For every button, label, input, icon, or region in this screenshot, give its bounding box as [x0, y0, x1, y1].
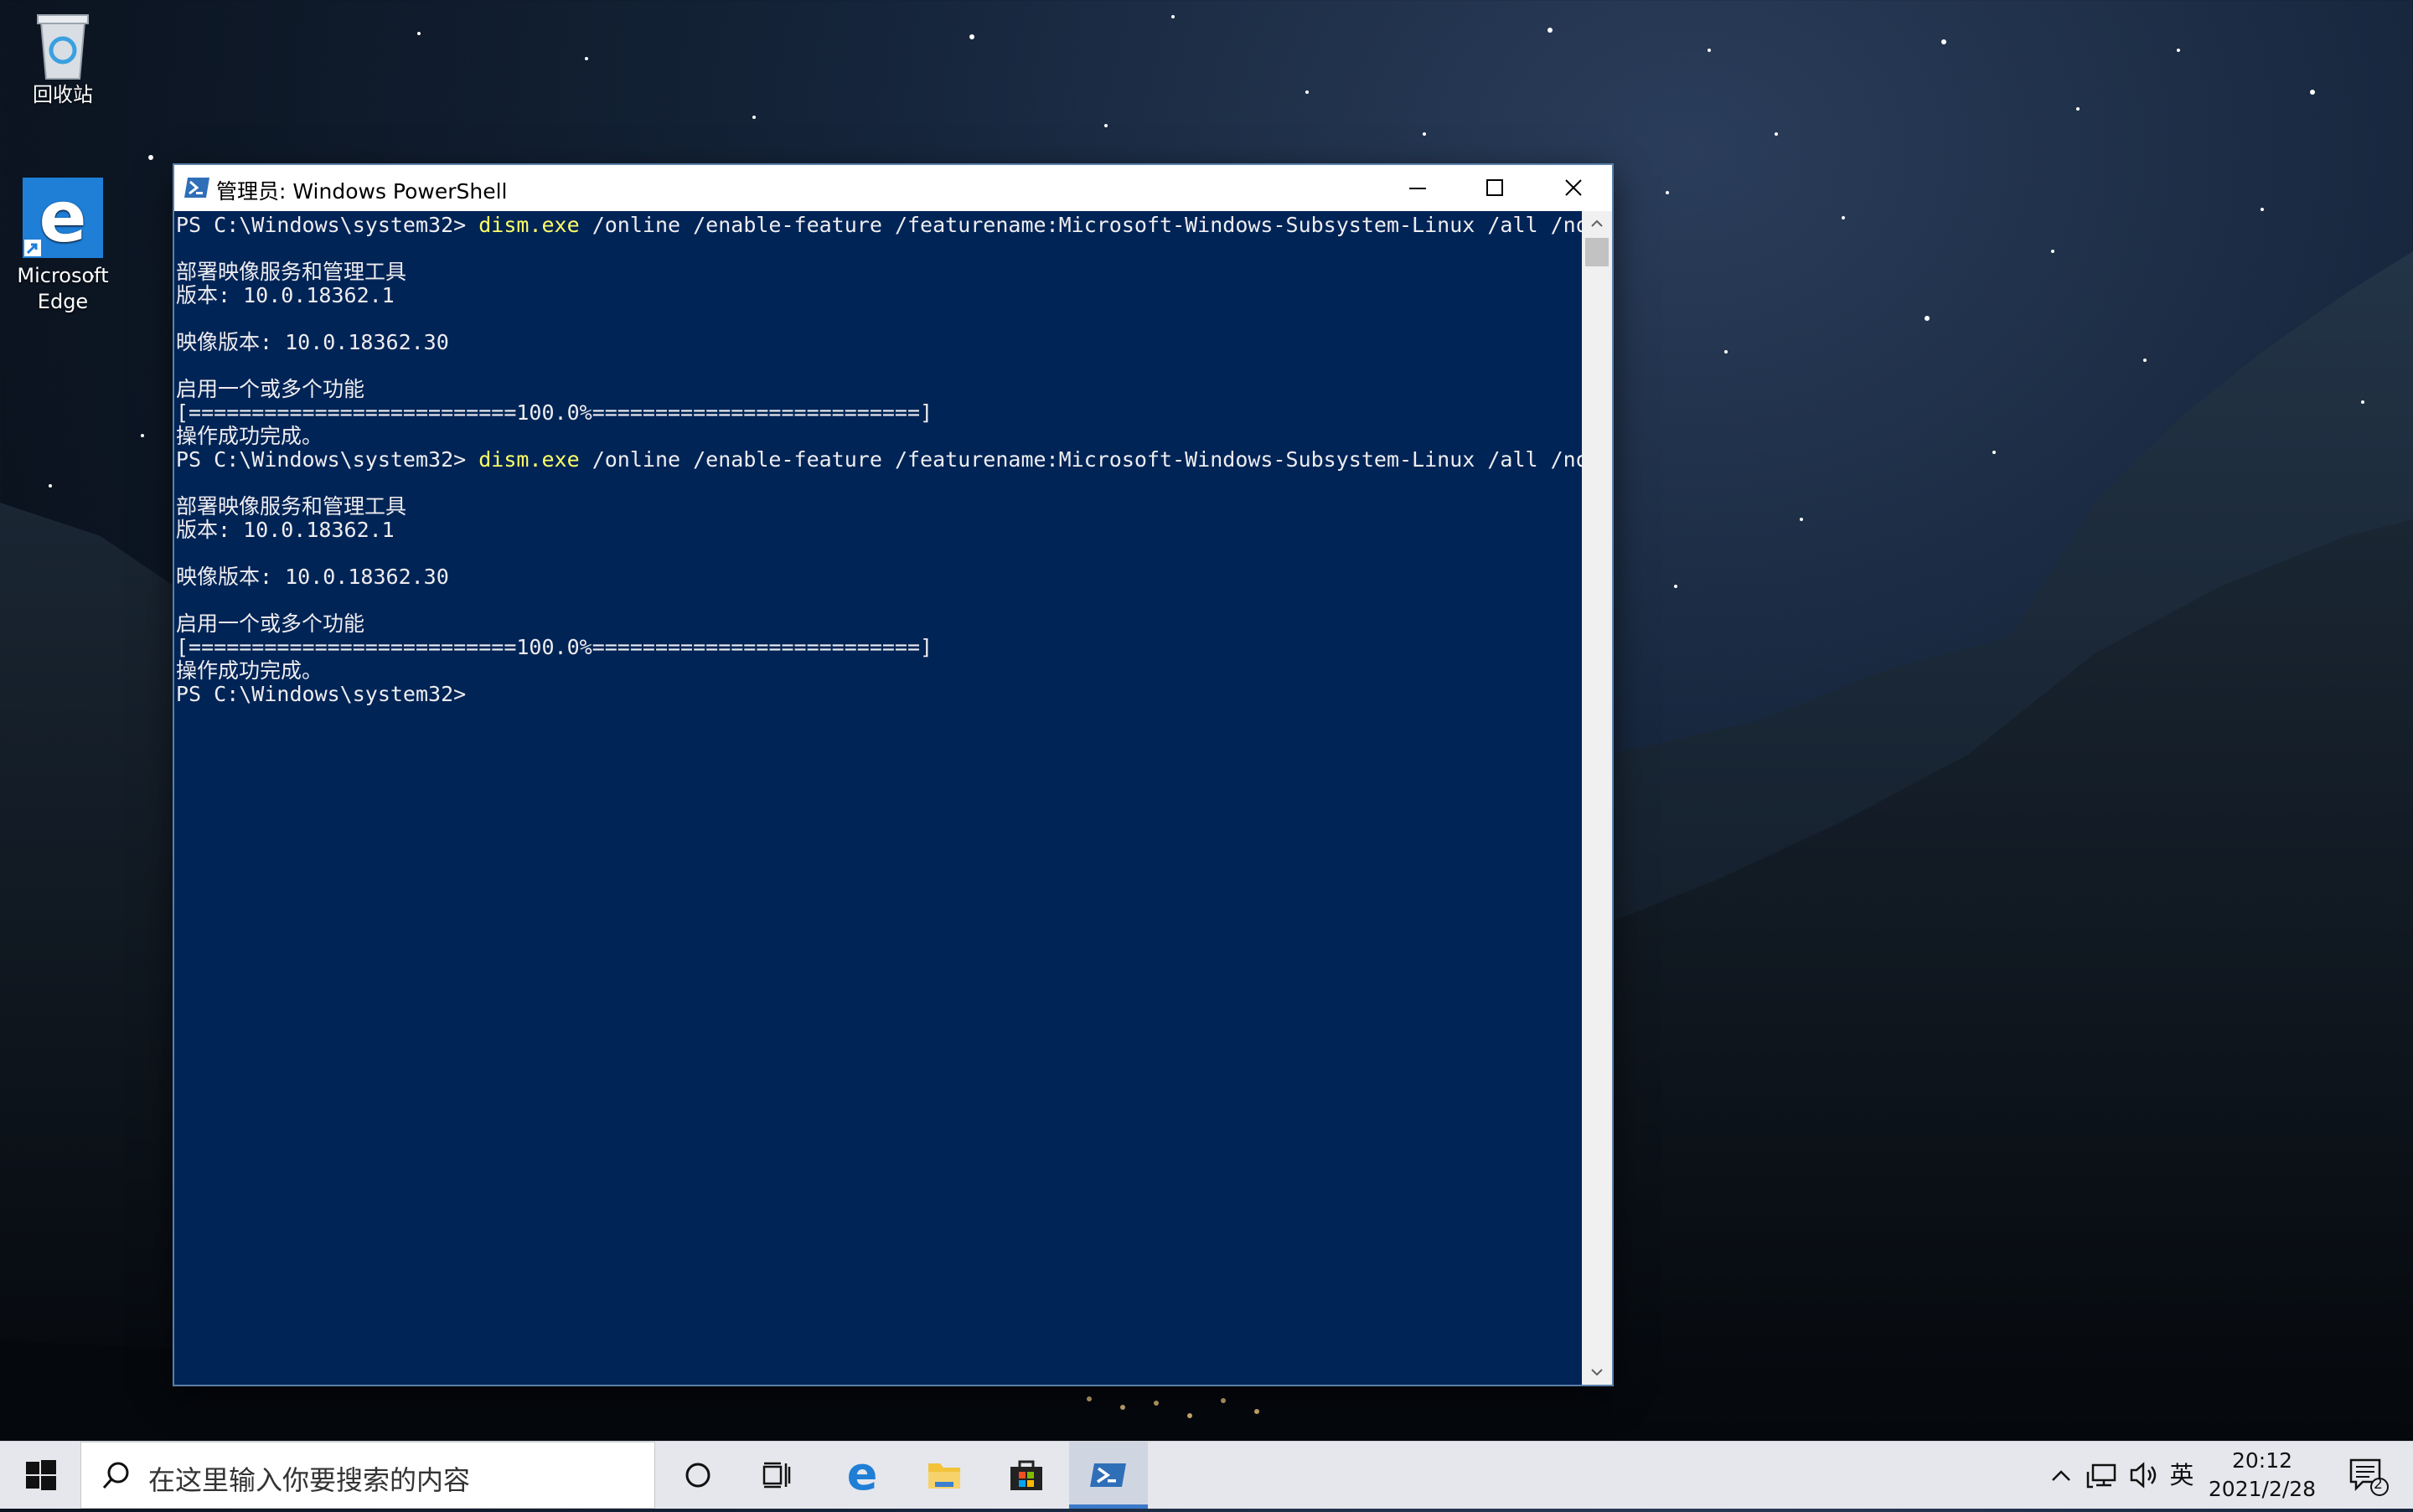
maximize-button[interactable]	[1456, 165, 1533, 211]
console-arguments: /online /enable-feature /featurename:Mic…	[579, 213, 1582, 237]
console-prompt: PS C:\Windows\system32>	[176, 682, 479, 706]
taskbar: 在这里输入你要搜索的内容 e 英 20:12 2021/2/28 2	[0, 1441, 2413, 1509]
console-line: 操作成功完成。	[176, 424, 323, 448]
console-line: 启用一个或多个功能	[176, 612, 365, 636]
window-title: 管理员: Windows PowerShell	[216, 179, 508, 204]
console-line: 部署映像服务和管理工具	[176, 260, 407, 284]
volume-button[interactable]	[2125, 1442, 2163, 1509]
taskbar-file-explorer[interactable]	[905, 1442, 984, 1509]
show-hidden-icons-button[interactable]	[2044, 1442, 2078, 1509]
desktop-icon-edge[interactable]: e Microsoft Edge	[0, 176, 126, 315]
notification-icon	[2349, 1458, 2389, 1496]
action-center-button[interactable]: 2	[2346, 1453, 2390, 1497]
network-button[interactable]	[2083, 1442, 2121, 1509]
chevron-up-icon	[2052, 1470, 2070, 1481]
file-explorer-icon	[928, 1463, 960, 1489]
console-line: 映像版本: 10.0.18362.30	[176, 330, 449, 354]
console-line: 部署映像服务和管理工具	[176, 494, 407, 519]
console-command: dism.exe	[478, 447, 580, 472]
console-line: 版本: 10.0.18362.1	[176, 283, 395, 307]
title-bar[interactable]: 管理员: Windows PowerShell	[174, 165, 1612, 211]
console-prompt: PS C:\Windows\system32>	[176, 447, 479, 472]
volume-icon	[2130, 1462, 2157, 1489]
powershell-window[interactable]: 管理员: Windows PowerShell PS C:\Windows\sy…	[174, 165, 1612, 1385]
cortana-button[interactable]	[659, 1442, 737, 1509]
clock[interactable]: 20:12 2021/2/28	[2200, 1447, 2324, 1504]
minimize-button[interactable]	[1379, 165, 1456, 211]
clock-time: 20:12	[2231, 1448, 2293, 1473]
console-line: PS C:\Windows\system32> dism.exe /online…	[176, 448, 1582, 472]
console-line: 版本: 10.0.18362.1	[176, 518, 395, 542]
minimize-icon	[1409, 188, 1426, 189]
console-command: dism.exe	[478, 213, 580, 237]
console-text: PS C:\Windows\system32> dism.exe /online…	[176, 214, 1582, 706]
console-prompt: PS C:\Windows\system32>	[176, 213, 479, 237]
powershell-icon	[1090, 1463, 1126, 1487]
start-button[interactable]	[0, 1442, 80, 1509]
console-line: [==========================100.0%=======…	[176, 400, 933, 425]
windows-start-icon	[26, 1460, 56, 1490]
network-icon	[2086, 1463, 2116, 1489]
edge-icon: e	[23, 176, 103, 258]
edge-icon: e	[847, 1447, 878, 1500]
console-line: PS C:\Windows\system32> dism.exe /online…	[176, 214, 1582, 237]
clock-date: 2021/2/28	[2208, 1477, 2317, 1501]
search-box[interactable]: 在这里输入你要搜索的内容	[80, 1442, 655, 1509]
scroll-up-icon[interactable]	[1582, 211, 1612, 236]
powershell-icon	[184, 176, 209, 199]
notification-count: 2	[2374, 1476, 2383, 1493]
maximize-icon	[1486, 179, 1503, 196]
search-icon	[100, 1459, 133, 1493]
close-button[interactable]	[1535, 165, 1612, 211]
scrollbar-thumb[interactable]	[1585, 238, 1609, 266]
edge-label: Microsoft Edge	[17, 264, 109, 313]
recycle-bin-label: 回收站	[33, 83, 93, 106]
taskbar-edge[interactable]: e	[823, 1442, 902, 1509]
svg-text:e: e	[847, 1447, 878, 1500]
recycle-bin-icon	[29, 7, 96, 82]
input-method-indicator[interactable]: 英	[2167, 1442, 2197, 1509]
vertical-scrollbar[interactable]	[1582, 211, 1612, 1385]
taskbar-powershell[interactable]	[1069, 1442, 1148, 1509]
close-icon	[1565, 179, 1582, 196]
search-placeholder: 在这里输入你要搜索的内容	[148, 1464, 471, 1496]
console-output[interactable]: PS C:\Windows\system32> dism.exe /online…	[174, 211, 1582, 1385]
console-line: 映像版本: 10.0.18362.30	[176, 565, 449, 589]
console-arguments: /online /enable-feature /featurename:Mic…	[579, 447, 1582, 472]
console-line: PS C:\Windows\system32>	[176, 683, 1582, 706]
console-line: [==========================100.0%=======…	[176, 635, 933, 659]
taskbar-store[interactable]	[987, 1442, 1066, 1509]
console-line: 启用一个或多个功能	[176, 377, 365, 401]
cortana-icon	[685, 1463, 710, 1488]
scroll-down-icon[interactable]	[1582, 1360, 1612, 1385]
svg-text:e: e	[39, 178, 87, 258]
console-line: 操作成功完成。	[176, 658, 323, 683]
desktop-icon-recycle-bin[interactable]: 回收站	[0, 7, 126, 108]
task-view-icon	[762, 1462, 791, 1489]
task-view-button[interactable]	[737, 1442, 816, 1509]
store-icon	[1010, 1460, 1042, 1490]
